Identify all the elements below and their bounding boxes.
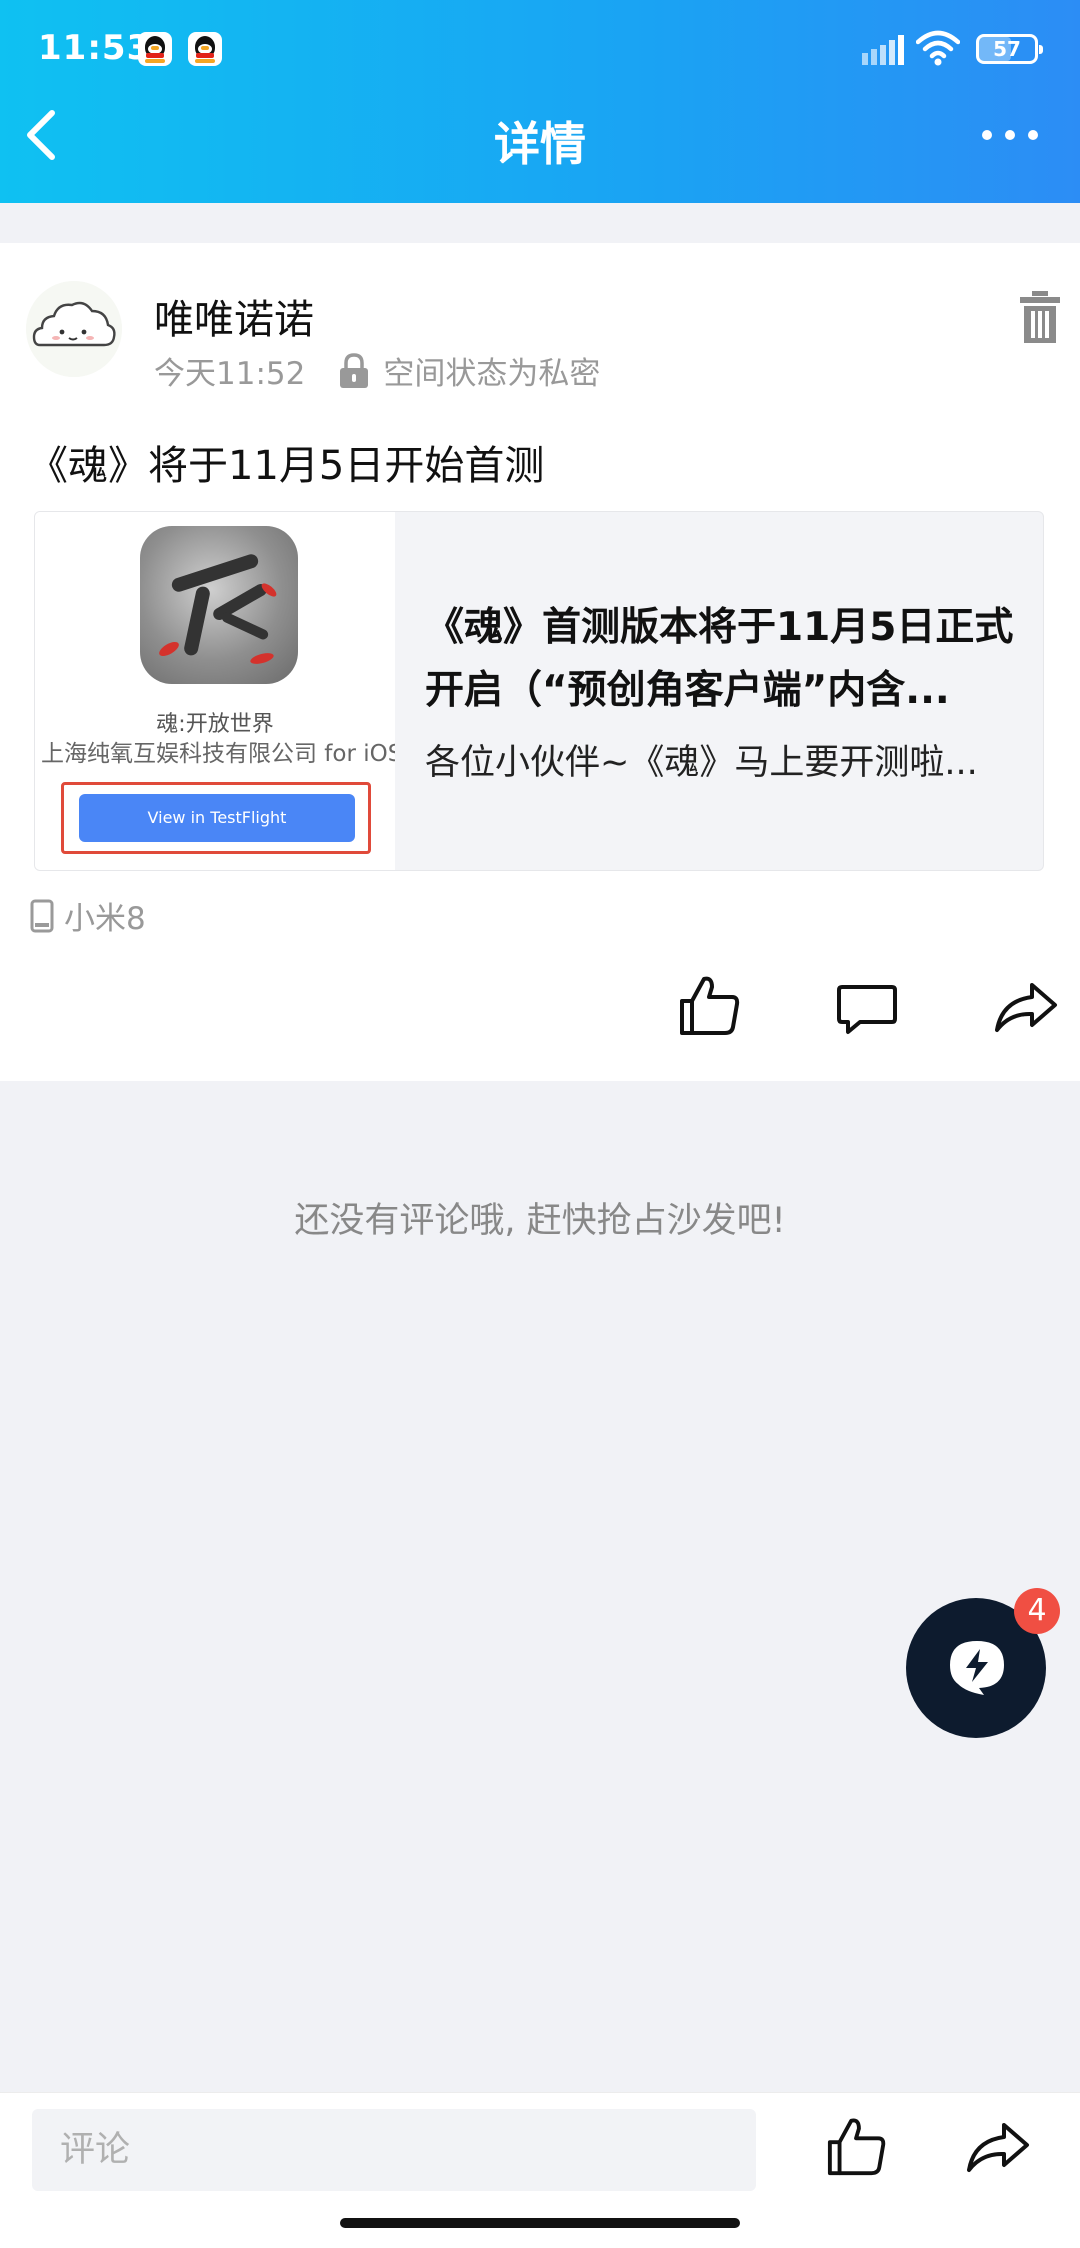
link-title: 《魂》首测版本将于11月5日正式开启（“预创角客户端”内含... xyxy=(425,605,1014,713)
privacy-status: 空间状态为私密 xyxy=(383,356,601,392)
status-time: 11:53 xyxy=(38,28,152,68)
like-icon[interactable] xyxy=(678,973,742,1037)
username[interactable]: 唯唯诺诺 xyxy=(154,287,314,345)
battery-text: 57 xyxy=(993,37,1021,61)
post-card: 唯唯诺诺 今天11:52 空间状态为私密 《魂》将于11月5日开始首测 魂:开放… xyxy=(0,243,1080,1081)
trash-icon[interactable] xyxy=(1020,291,1060,343)
status-bar: 11:53 57 xyxy=(0,0,1080,100)
qq-notification-icon xyxy=(138,32,172,66)
link-description: 各位小伙伴~《魂》马上要开测啦... xyxy=(425,743,978,783)
wifi-icon xyxy=(916,30,960,66)
header: 11:53 57 详情 xyxy=(0,0,1080,203)
avatar[interactable] xyxy=(26,281,122,377)
testflight-button: View in TestFlight xyxy=(79,794,355,842)
signal-icon xyxy=(862,35,904,65)
home-indicator xyxy=(340,2218,740,2228)
page-title: 详情 xyxy=(494,117,586,171)
post-meta: 今天11:52 空间状态为私密 xyxy=(154,348,600,393)
post-text: 《魂》将于11月5日开始首测 xyxy=(28,443,545,489)
lock-icon xyxy=(340,352,369,388)
game-app-icon xyxy=(140,526,298,684)
share-icon[interactable] xyxy=(994,981,1058,1033)
notification-badge: 4 xyxy=(1014,1588,1060,1634)
like-icon[interactable] xyxy=(826,2115,888,2177)
device-row: 小米8 xyxy=(30,893,146,938)
battery-icon: 57 xyxy=(976,34,1043,64)
thumb-developer: 上海纯氧互娱科技有限公司 for iOS xyxy=(41,741,395,767)
lightning-chat-icon xyxy=(950,1641,1004,1695)
post-time: 今天11:52 xyxy=(154,356,306,392)
comment-icon[interactable] xyxy=(836,983,898,1035)
qq-notification-icon xyxy=(188,32,222,66)
device-name: 小米8 xyxy=(64,901,146,937)
comment-input[interactable] xyxy=(32,2109,756,2191)
more-icon[interactable] xyxy=(980,127,1040,143)
link-preview-card[interactable]: 魂:开放世界 上海纯氧互娱科技有限公司 for iOS View in Test… xyxy=(34,511,1044,871)
phone-icon xyxy=(30,899,54,932)
share-icon[interactable] xyxy=(966,2121,1030,2173)
link-thumbnail: 魂:开放世界 上海纯氧互娱科技有限公司 for iOS View in Test… xyxy=(35,512,395,870)
empty-comments-message: 还没有评论哦, 赶快抢占沙发吧! xyxy=(294,1201,786,1241)
